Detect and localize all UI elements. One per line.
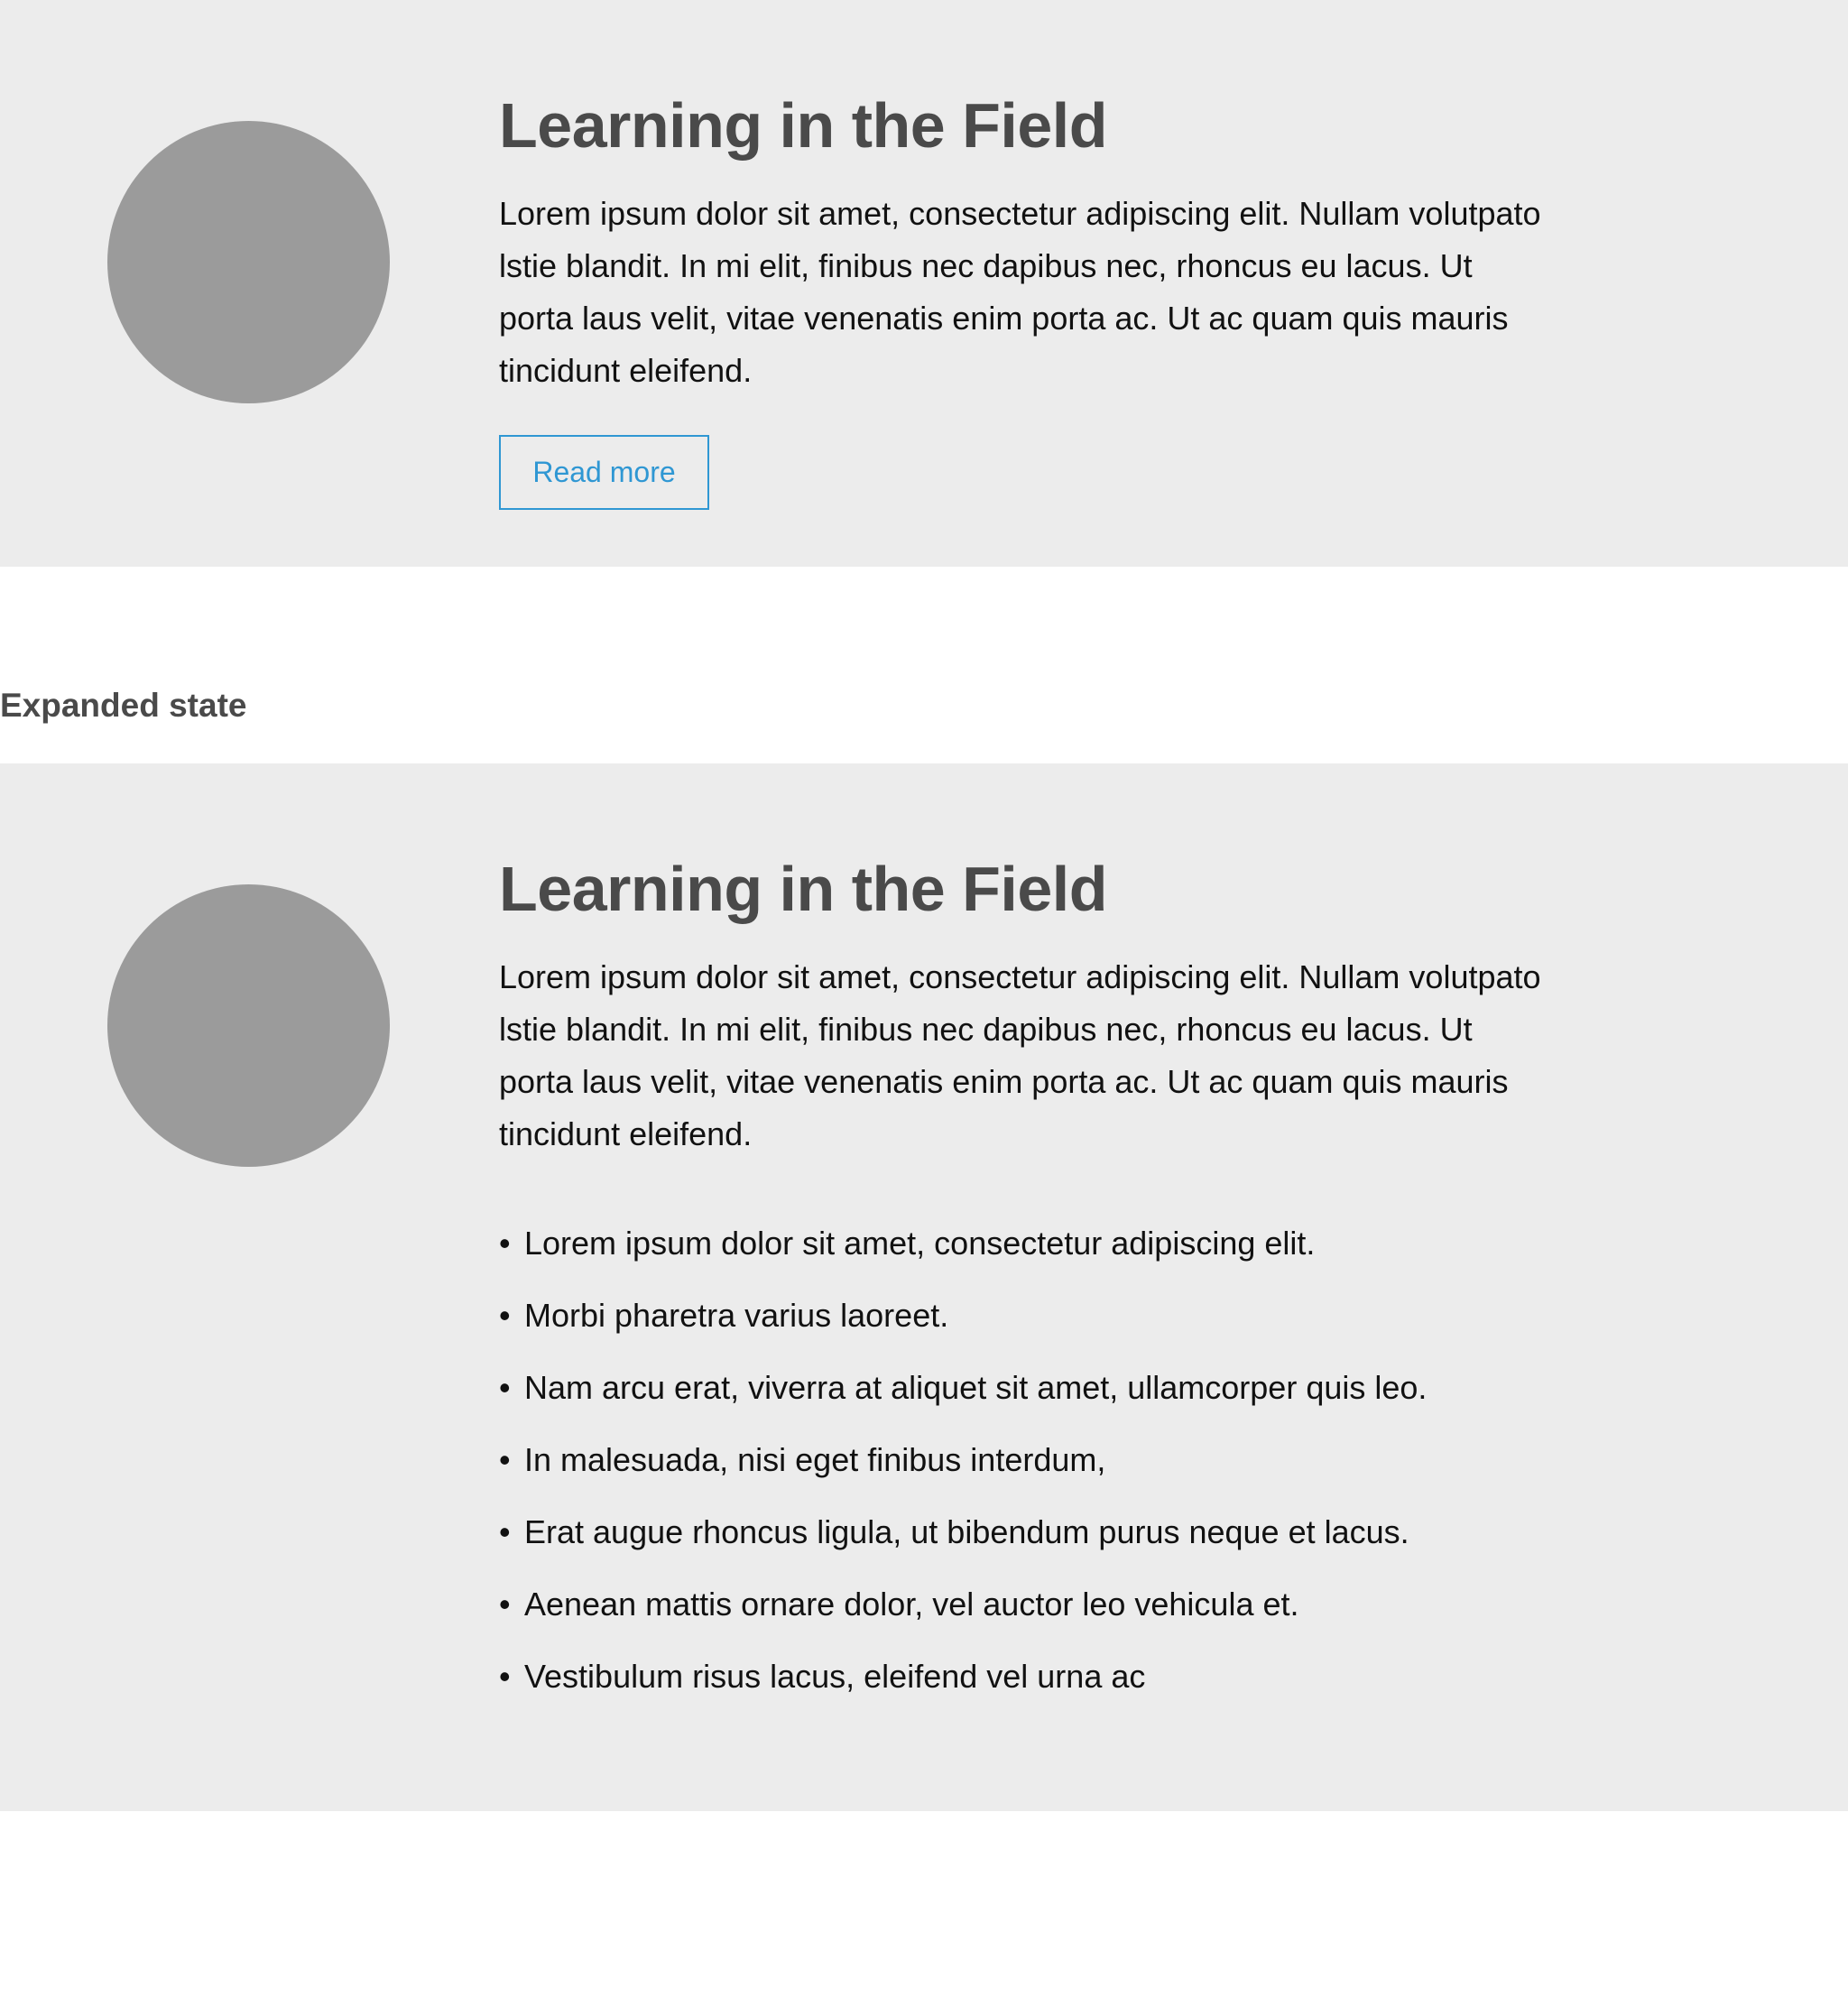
bullet-icon: • bbox=[499, 1297, 511, 1334]
list-item-text: Morbi pharetra varius laoreet. bbox=[524, 1297, 949, 1334]
bullet-icon: • bbox=[499, 1586, 511, 1623]
card-title: Learning in the Field bbox=[499, 90, 1107, 161]
list-item: • Lorem ipsum dolor sit amet, consectetur… bbox=[499, 1224, 1564, 1263]
card-title: Learning in the Field bbox=[499, 854, 1107, 924]
list-item: • Erat augue rhoncus ligula, ut bibendum … bbox=[499, 1512, 1564, 1552]
collapsed-card: Learning in the Field Lorem ipsum dolor … bbox=[0, 0, 1848, 567]
bullet-icon: • bbox=[499, 1225, 511, 1262]
list-item-text: Erat augue rhoncus ligula, ut bibendum p… bbox=[524, 1513, 1409, 1550]
list-item-text: Vestibulum risus lacus, eleifend vel urn… bbox=[524, 1658, 1146, 1695]
avatar-placeholder bbox=[107, 884, 390, 1167]
bullet-icon: • bbox=[499, 1513, 511, 1550]
read-more-button[interactable]: Read more bbox=[499, 435, 709, 510]
card-description: Lorem ipsum dolor sit amet, consectetur … bbox=[499, 195, 1541, 389]
list-item: • Aenean mattis ornare dolor, vel auctor … bbox=[499, 1585, 1564, 1624]
expanded-card: Learning in the Field Lorem ipsum dolor … bbox=[0, 763, 1848, 1811]
bullet-icon: • bbox=[499, 1441, 511, 1478]
avatar-placeholder bbox=[107, 121, 390, 403]
bullet-icon: • bbox=[499, 1658, 511, 1695]
list-item: • In malesuada, nisi eget finibus interdu… bbox=[499, 1440, 1564, 1480]
card-content: Learning in the Field Lorem ipsum dolor … bbox=[499, 88, 1564, 510]
card-description: Lorem ipsum dolor sit amet, consectetur … bbox=[499, 958, 1541, 1152]
list-item-text: Lorem ipsum dolor sit amet, consectetur … bbox=[524, 1225, 1316, 1262]
bullet-list: • Lorem ipsum dolor sit amet, consectetur… bbox=[499, 1224, 1564, 1697]
list-item-text: Aenean mattis ornare dolor, vel auctor l… bbox=[524, 1586, 1299, 1623]
list-item: • Morbi pharetra varius laoreet. bbox=[499, 1296, 1564, 1336]
card-content: Learning in the Field Lorem ipsum dolor … bbox=[499, 852, 1564, 1729]
bullet-icon: • bbox=[499, 1369, 511, 1406]
list-item: • Nam arcu erat, viverra at aliquet sit a… bbox=[499, 1368, 1564, 1408]
list-item: • Vestibulum risus lacus, eleifend vel ur… bbox=[499, 1657, 1564, 1697]
list-item-text: Nam arcu erat, viverra at aliquet sit am… bbox=[524, 1369, 1428, 1406]
section-label: Expanded state bbox=[0, 687, 247, 724]
list-item-text: In malesuada, nisi eget finibus interdum… bbox=[524, 1441, 1106, 1478]
